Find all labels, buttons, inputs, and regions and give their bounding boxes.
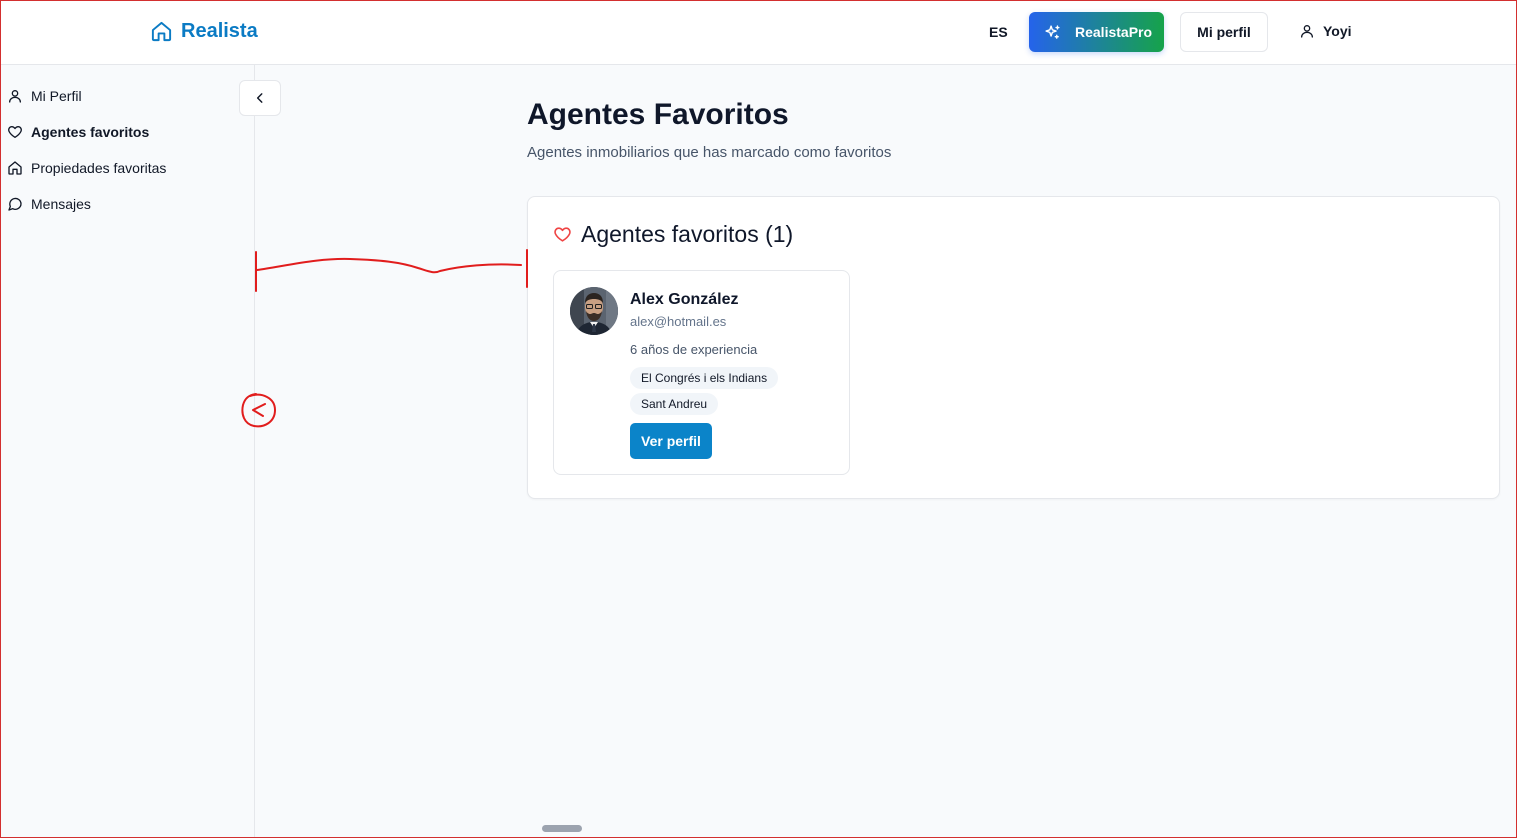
home-icon (151, 21, 172, 42)
user-icon (1301, 25, 1313, 38)
my-profile-button[interactable]: Mi perfil (1180, 12, 1268, 52)
sidebar-item-label: Agentes favoritos (31, 124, 150, 140)
user-menu[interactable]: Yoyi (1299, 23, 1352, 39)
annotation-arrow-line (256, 257, 522, 274)
chevron-left-icon (256, 93, 263, 103)
area-tag: El Congrés i els Indians (630, 367, 779, 389)
sidebar-collapse-button[interactable] (239, 80, 281, 116)
agent-email: alex@hotmail.es (630, 314, 727, 329)
agent-card: Alex González alex@hotmail.es 6 años de … (553, 270, 850, 475)
heart-icon (8, 126, 22, 138)
realista-pro-button[interactable]: RealistaPro (1029, 12, 1164, 52)
page-subtitle: Agentes inmobiliarios que has marcado co… (527, 144, 892, 161)
sidebar-item-favorite-agents[interactable]: Agentes favoritos (7, 124, 149, 140)
view-profile-button[interactable]: Ver perfil (630, 423, 712, 459)
language-selector[interactable]: ES (981, 22, 1016, 42)
sparkles-icon (1045, 24, 1060, 39)
realista-pro-label: RealistaPro (1075, 24, 1153, 40)
heart-icon (554, 227, 571, 242)
sidebar-item-messages[interactable]: Mensajes (7, 196, 91, 212)
sidebar-item-label: Mensajes (31, 196, 91, 212)
sidebar: Mi Perfil Agentes favoritos Propiedades … (0, 65, 255, 838)
brand-logo[interactable]: Realista (150, 20, 258, 43)
agent-name: Alex González (630, 291, 739, 308)
area-tag: Sant Andreu (630, 393, 719, 415)
avatar (570, 287, 618, 335)
agent-photo (570, 287, 618, 335)
sidebar-item-favorite-properties[interactable]: Propiedades favoritas (7, 160, 166, 176)
panel-title-text: Agentes favoritos (1) (581, 221, 794, 247)
panel-title: Agentes favoritos (1) (553, 221, 793, 248)
horizontal-scrollbar[interactable] (542, 825, 582, 832)
brand-name: Realista (181, 20, 258, 42)
message-circle-icon (8, 197, 22, 211)
user-name: Yoyi (1323, 23, 1352, 39)
sidebar-item-label: Propiedades favoritas (31, 160, 167, 176)
sidebar-item-my-profile[interactable]: Mi Perfil (7, 88, 82, 104)
top-navbar: Realista ES RealistaPro Mi perfil Yoyi (0, 0, 1517, 65)
favorite-agents-panel: Agentes favoritos (1) Alex González alex… (527, 196, 1500, 499)
page-title: Agentes Favoritos (527, 98, 789, 131)
sidebar-item-label: Mi Perfil (31, 88, 82, 104)
home-icon (8, 161, 22, 175)
agent-experience: 6 años de experiencia (630, 342, 758, 357)
user-icon (9, 90, 21, 103)
